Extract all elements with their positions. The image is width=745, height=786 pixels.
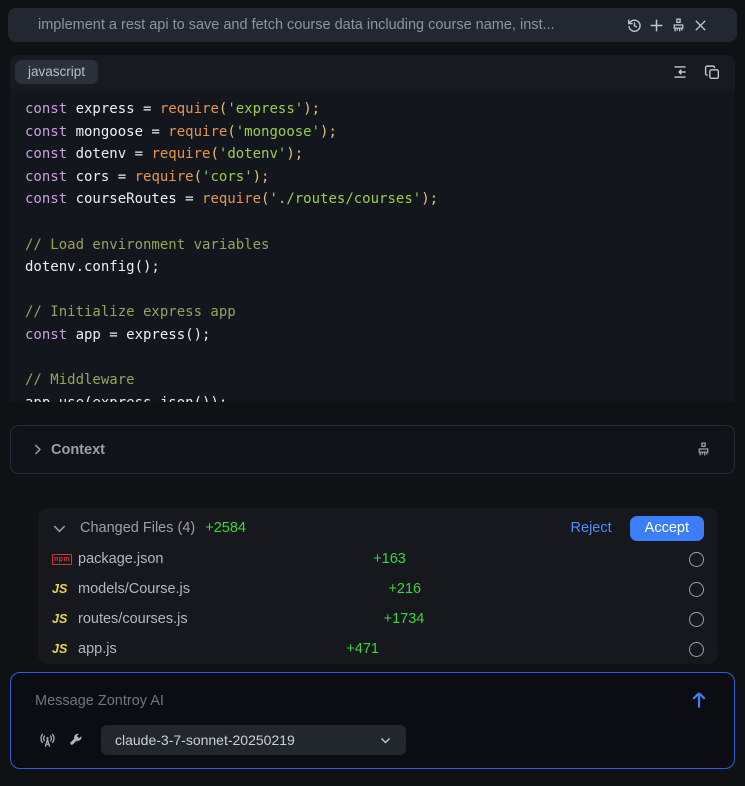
code-line xyxy=(25,347,725,370)
message-composer: claude-3-7-sonnet-20250219 xyxy=(10,672,735,769)
changed-files-header: Changed Files (4) +2584 Reject Accept xyxy=(52,512,704,544)
total-additions: +2584 xyxy=(205,520,246,536)
assistant-panel: implement a rest api to save and fetch c… xyxy=(0,0,745,786)
additions-count: +1734 xyxy=(384,611,425,627)
wrench-icon[interactable] xyxy=(65,730,85,750)
file-row[interactable]: JSmodels/Course.js +216 xyxy=(52,574,704,604)
file-name: routes/courses.js xyxy=(78,611,188,627)
code-line: // Initialize express app xyxy=(25,301,725,324)
code-line: const courseRoutes = require('./routes/c… xyxy=(25,188,725,211)
changed-files-title: Changed Files (4) xyxy=(80,520,195,536)
code-line xyxy=(25,279,725,302)
javascript-icon: JS xyxy=(52,612,78,626)
file-name: app.js xyxy=(78,641,117,657)
context-toggle[interactable]: Context xyxy=(31,442,105,458)
file-row[interactable]: npmpackage.json +163 xyxy=(52,544,704,574)
code-block: javascript const express = require('expr… xyxy=(10,55,735,402)
context-clean-broom-icon[interactable] xyxy=(692,439,714,461)
code-line: const dotenv = require('dotenv'); xyxy=(25,143,725,166)
code-line xyxy=(25,211,725,234)
code-line: const mongoose = require('mongoose'); xyxy=(25,121,725,144)
code-line: app.use(express.json()); xyxy=(25,392,725,402)
copy-icon[interactable] xyxy=(701,61,723,83)
chevron-right-icon xyxy=(31,443,44,456)
prompt-text: implement a rest api to save and fetch c… xyxy=(38,17,613,33)
javascript-icon: JS xyxy=(52,642,78,656)
broadcast-antenna-icon[interactable] xyxy=(37,730,57,750)
new-chat-icon[interactable] xyxy=(645,14,667,36)
file-row[interactable]: JSapp.js +471 xyxy=(52,634,704,664)
additions-count: +216 xyxy=(388,581,421,597)
model-name: claude-3-7-sonnet-20250219 xyxy=(115,732,379,748)
model-selector[interactable]: claude-3-7-sonnet-20250219 xyxy=(101,725,406,755)
code-line: dotenv.config(); xyxy=(25,256,725,279)
model-chevron-down-icon xyxy=(379,734,392,747)
code-line: const express = require('express'); xyxy=(25,98,725,121)
npm-icon: npm xyxy=(52,554,78,565)
message-input[interactable] xyxy=(35,689,665,713)
file-name: package.json xyxy=(78,551,163,567)
additions-count: +163 xyxy=(373,551,406,567)
file-status-circle[interactable] xyxy=(689,582,704,597)
file-status-circle[interactable] xyxy=(689,552,704,567)
file-name: models/Course.js xyxy=(78,581,190,597)
javascript-icon: JS xyxy=(52,582,78,596)
send-arrow-up-icon[interactable] xyxy=(688,689,710,711)
language-badge: javascript xyxy=(15,60,98,84)
reject-button[interactable]: Reject xyxy=(571,520,612,536)
accept-button[interactable]: Accept xyxy=(630,516,704,541)
context-section: Context xyxy=(10,425,735,474)
code-line: // Middleware xyxy=(25,369,725,392)
changed-files-panel: Changed Files (4) +2584 Reject Accept np… xyxy=(38,508,718,664)
changed-files-list: npmpackage.json+163JSmodels/Course.js+21… xyxy=(52,544,704,664)
clean-broom-icon[interactable] xyxy=(667,14,689,36)
prompt-bar: implement a rest api to save and fetch c… xyxy=(8,8,737,42)
file-status-circle[interactable] xyxy=(689,642,704,657)
insert-code-icon[interactable] xyxy=(669,61,691,83)
close-icon[interactable] xyxy=(689,14,711,36)
context-label: Context xyxy=(51,442,105,458)
code-line: const cors = require('cors'); xyxy=(25,166,725,189)
file-row[interactable]: JSroutes/courses.js +1734 xyxy=(52,604,704,634)
file-status-circle[interactable] xyxy=(689,612,704,627)
code-line: const app = express(); xyxy=(25,324,725,347)
composer-toolbar: claude-3-7-sonnet-20250219 xyxy=(37,725,406,755)
code-line: // Load environment variables xyxy=(25,234,725,257)
history-icon[interactable] xyxy=(623,14,645,36)
additions-count: +471 xyxy=(346,641,379,657)
code-content: const express = require('express');const… xyxy=(10,89,735,402)
code-block-header: javascript xyxy=(10,55,735,89)
chevron-down-icon[interactable] xyxy=(52,521,72,536)
